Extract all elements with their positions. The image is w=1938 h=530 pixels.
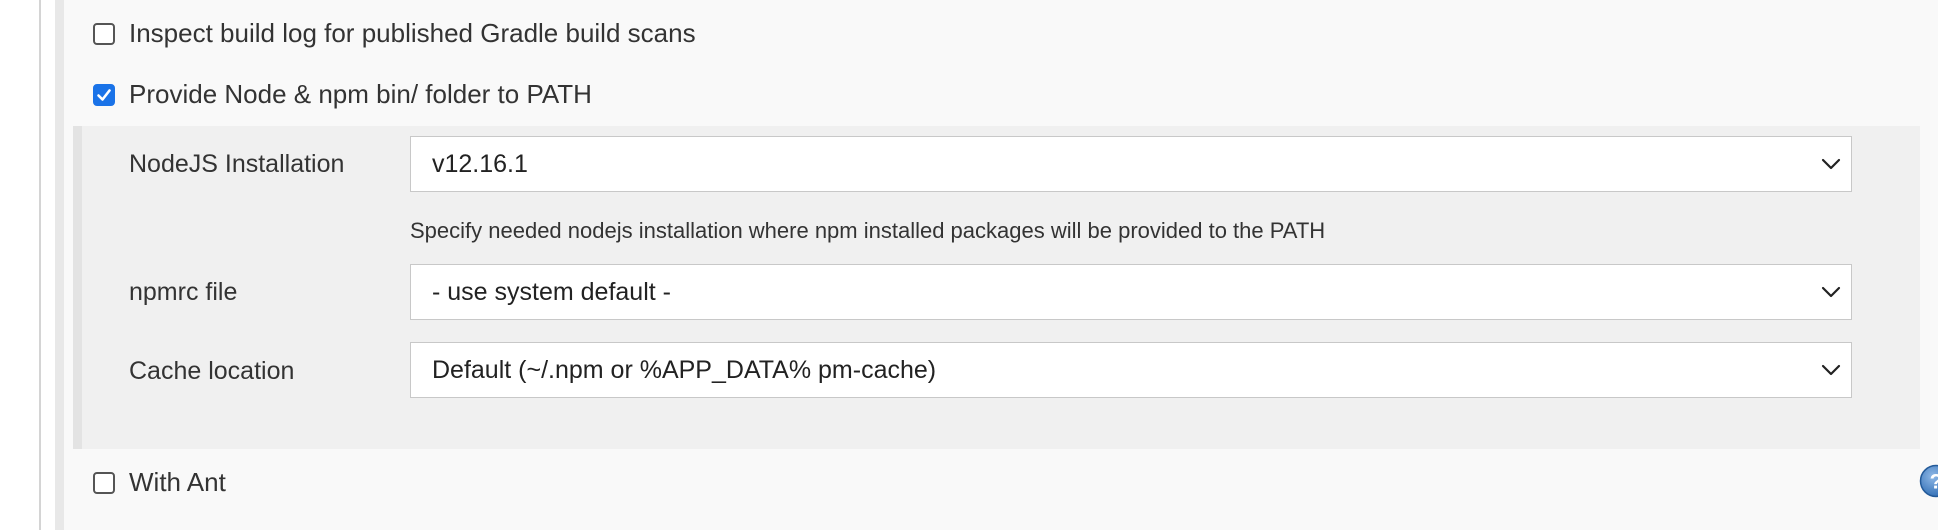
node-config-panel: NodeJS Installation v12.16.1 Specify nee…	[73, 126, 1920, 449]
with-ant-checkbox[interactable]	[93, 471, 115, 494]
option-provide-node[interactable]: Provide Node & npm bin/ folder to PATH	[93, 79, 592, 110]
npmrc-file-label: npmrc file	[129, 278, 238, 306]
with-ant-label: With Ant	[129, 467, 226, 497]
cache-location-label: Cache location	[129, 357, 295, 385]
nodejs-installation-value: v12.16.1	[432, 149, 528, 178]
nodejs-installation-select[interactable]: v12.16.1	[410, 136, 1852, 192]
npmrc-file-select[interactable]: - use system default -	[410, 264, 1852, 320]
option-inspect-gradle[interactable]: Inspect build log for published Gradle b…	[93, 18, 696, 49]
svg-text:?: ?	[1930, 471, 1938, 494]
checkmark-icon	[97, 88, 111, 101]
help-icon[interactable]: ?	[1919, 464, 1938, 498]
npmrc-file-value: - use system default -	[432, 277, 671, 306]
nodejs-installation-help: Specify needed nodejs installation where…	[410, 218, 1326, 243]
cache-location-value: Default (~/.npm or %APP_DATA% pm-cache)	[432, 355, 937, 384]
page: Inspect build log for published Gradle b…	[0, 0, 1938, 530]
inspect-gradle-label: Inspect build log for published Gradle b…	[129, 18, 696, 48]
option-with-ant[interactable]: With Ant	[93, 467, 226, 498]
cache-location-select[interactable]: Default (~/.npm or %APP_DATA% pm-cache)	[410, 342, 1852, 398]
chevron-down-icon	[1811, 158, 1851, 170]
provide-node-checkbox[interactable]	[93, 83, 115, 106]
chevron-down-icon	[1811, 364, 1851, 376]
chevron-down-icon	[1811, 286, 1851, 298]
inspect-gradle-checkbox[interactable]	[93, 22, 115, 45]
nodejs-installation-label: NodeJS Installation	[129, 150, 345, 178]
build-environment-section: Inspect build log for published Gradle b…	[55, 0, 1938, 530]
provide-node-label: Provide Node & npm bin/ folder to PATH	[129, 79, 592, 109]
